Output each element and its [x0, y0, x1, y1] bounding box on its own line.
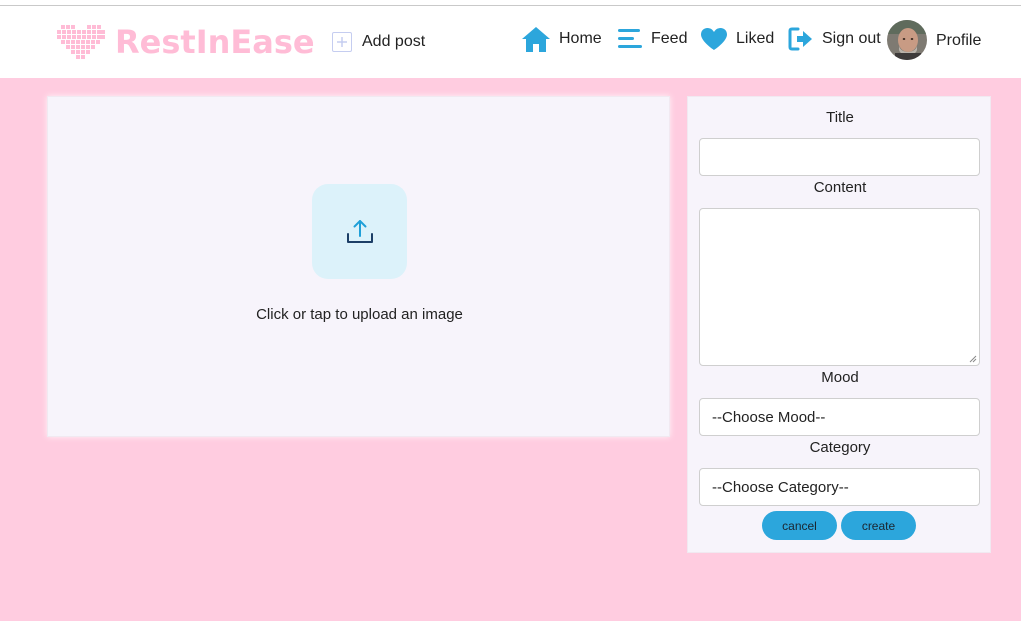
mood-select-value: --Choose Mood--: [712, 408, 826, 426]
plus-icon: [332, 32, 352, 52]
nav-feed[interactable]: Feed: [617, 24, 687, 54]
sign-out-icon: [788, 27, 812, 51]
category-label: Category: [809, 439, 871, 456]
image-upload-panel[interactable]: Click or tap to upload an image: [47, 96, 670, 437]
nav-home-label: Home: [559, 30, 602, 47]
nav-feed-label: Feed: [651, 30, 688, 47]
mood-select[interactable]: --Choose Mood--: [699, 398, 980, 436]
upload-icon: [346, 219, 373, 243]
mood-label: Mood: [821, 369, 859, 386]
content-label: Content: [813, 179, 867, 196]
heart-icon: [701, 28, 727, 50]
heart-icon: [57, 25, 105, 59]
add-post-label: Add post: [362, 33, 426, 50]
upload-caption: Click or tap to upload an image: [256, 306, 463, 323]
brand-name: RestInEase: [115, 23, 315, 61]
create-button[interactable]: create: [841, 511, 916, 540]
feed-icon: [618, 29, 642, 48]
cancel-button[interactable]: cancel: [762, 511, 837, 540]
top-navbar: RestInEase Add post Home Feed Liked Sign…: [0, 6, 1021, 78]
title-label: Title: [826, 109, 854, 126]
brand-logo[interactable]: RestInEase: [57, 22, 315, 62]
nav-sign-out[interactable]: Sign out: [788, 24, 881, 54]
post-form-panel: Title Content Mood --Choose Mood-- Categ…: [687, 96, 991, 553]
add-post-button[interactable]: Add post: [332, 29, 425, 55]
nav-sign-out-label: Sign out: [822, 30, 881, 47]
content-textarea[interactable]: [699, 208, 980, 366]
category-select-value: --Choose Category--: [712, 478, 849, 496]
resize-grip-icon[interactable]: [969, 355, 977, 363]
nav-liked-label: Liked: [736, 30, 775, 47]
nav-profile-label[interactable]: Profile: [936, 32, 981, 50]
home-icon: [522, 27, 550, 52]
nav-home[interactable]: Home: [521, 24, 602, 54]
title-input[interactable]: [699, 138, 980, 176]
category-select[interactable]: --Choose Category--: [699, 468, 980, 506]
avatar[interactable]: [887, 20, 927, 60]
upload-button[interactable]: [312, 184, 407, 279]
nav-liked[interactable]: Liked: [700, 24, 774, 54]
